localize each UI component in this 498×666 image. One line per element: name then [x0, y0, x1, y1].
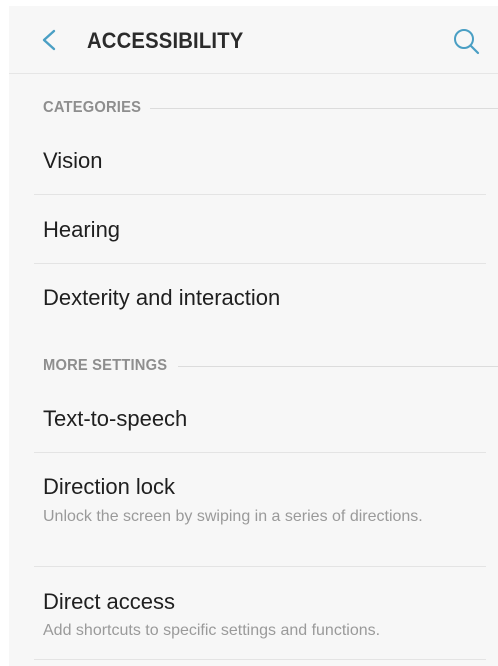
item-title: Vision — [43, 148, 103, 173]
divider — [34, 452, 486, 453]
section-rule — [149, 107, 498, 109]
section-label: MORE SETTINGS — [43, 357, 168, 374]
item-title: Direct access — [43, 589, 176, 614]
item-title: Direction lock — [43, 474, 176, 499]
divider — [34, 659, 486, 660]
chevron-left-icon[interactable] — [37, 27, 61, 53]
section-label: CATEGORIES — [43, 99, 142, 116]
list-item-vision[interactable]: Vision — [34, 144, 498, 194]
list-item-direction-lock[interactable]: Direction lock Unlock the screen by swip… — [34, 471, 498, 566]
section-header-more-settings: MORE SETTINGS — [43, 354, 498, 378]
list-item-dexterity-and-interaction[interactable]: Dexterity and interaction — [34, 282, 498, 332]
search-icon[interactable] — [452, 27, 480, 55]
page-title: ACCESSIBILITY — [87, 28, 244, 53]
item-title: Hearing — [43, 217, 121, 242]
divider — [34, 194, 486, 195]
item-subtitle: Unlock the screen by swiping in a series… — [43, 508, 423, 525]
divider — [34, 566, 486, 567]
list-item-text-to-speech[interactable]: Text-to-speech — [34, 402, 498, 452]
accessibility-screen: ACCESSIBILITY CATEGORIES Vision Hearing … — [9, 6, 498, 666]
item-title: Text-to-speech — [43, 406, 188, 431]
section-rule — [178, 365, 498, 367]
item-subtitle: Add shortcuts to specific settings and f… — [43, 622, 381, 639]
item-title: Dexterity and interaction — [43, 285, 281, 310]
app-bar: ACCESSIBILITY — [9, 6, 498, 74]
list-item-direct-access[interactable]: Direct access Add shortcuts to specific … — [34, 585, 498, 659]
section-header-categories: CATEGORIES — [43, 96, 498, 120]
list-item-hearing[interactable]: Hearing — [34, 213, 498, 263]
divider — [34, 263, 486, 264]
